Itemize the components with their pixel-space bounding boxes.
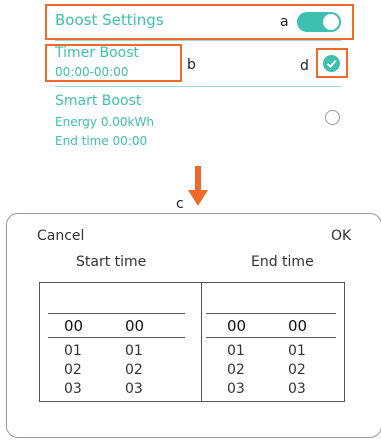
start-hour-option[interactable]: 00 [64, 317, 83, 335]
boost-settings-toggle[interactable] [297, 12, 341, 32]
timer-boost-time-range: 00:00-00:00 [55, 65, 129, 79]
timer-boost-check-icon[interactable] [323, 55, 340, 72]
smart-boost-radio[interactable] [325, 110, 340, 125]
selection-line [48, 313, 185, 314]
end-minute-option[interactable]: 03 [288, 381, 306, 397]
smart-boost-end-time: End time 00:00 [55, 134, 148, 148]
end-minute-option[interactable]: 02 [288, 362, 306, 378]
start-minute-option[interactable]: 02 [125, 362, 143, 378]
annotation-letter-d: d [300, 58, 309, 74]
timer-boost-title: Timer Boost [55, 45, 139, 61]
selection-line [48, 337, 185, 338]
annotation-letter-c: c [176, 196, 184, 212]
smart-boost-title: Smart Boost [55, 93, 142, 109]
start-hour-option[interactable]: 02 [64, 362, 82, 378]
toggle-knob [323, 14, 339, 30]
start-minute-option[interactable]: 03 [125, 381, 143, 397]
annotation-letter-a: a [280, 14, 289, 30]
selection-line [206, 313, 336, 314]
start-hour-option[interactable]: 01 [64, 343, 82, 359]
end-hour-option[interactable]: 00 [227, 317, 246, 335]
divider [55, 40, 341, 41]
start-hour-option[interactable]: 03 [64, 381, 82, 397]
end-time-label: End time [251, 254, 314, 270]
arrow-down-icon [188, 166, 208, 206]
start-minute-option[interactable]: 01 [125, 343, 143, 359]
divider [55, 86, 341, 87]
end-hour-option[interactable]: 03 [227, 381, 245, 397]
end-minute-option[interactable]: 01 [288, 343, 306, 359]
start-time-label: Start time [76, 254, 147, 270]
end-minute-option[interactable]: 00 [288, 317, 307, 335]
selection-line [206, 337, 336, 338]
boost-settings-label: Boost Settings [55, 11, 164, 29]
end-hour-option[interactable]: 01 [227, 343, 245, 359]
start-minute-option[interactable]: 00 [125, 317, 144, 335]
ok-button[interactable]: OK [331, 228, 351, 244]
picker-divider [201, 283, 202, 401]
smart-boost-energy: Energy 0.00kWh [55, 115, 154, 129]
annotation-letter-b: b [187, 57, 196, 73]
end-hour-option[interactable]: 02 [227, 362, 245, 378]
cancel-button[interactable]: Cancel [37, 228, 84, 244]
